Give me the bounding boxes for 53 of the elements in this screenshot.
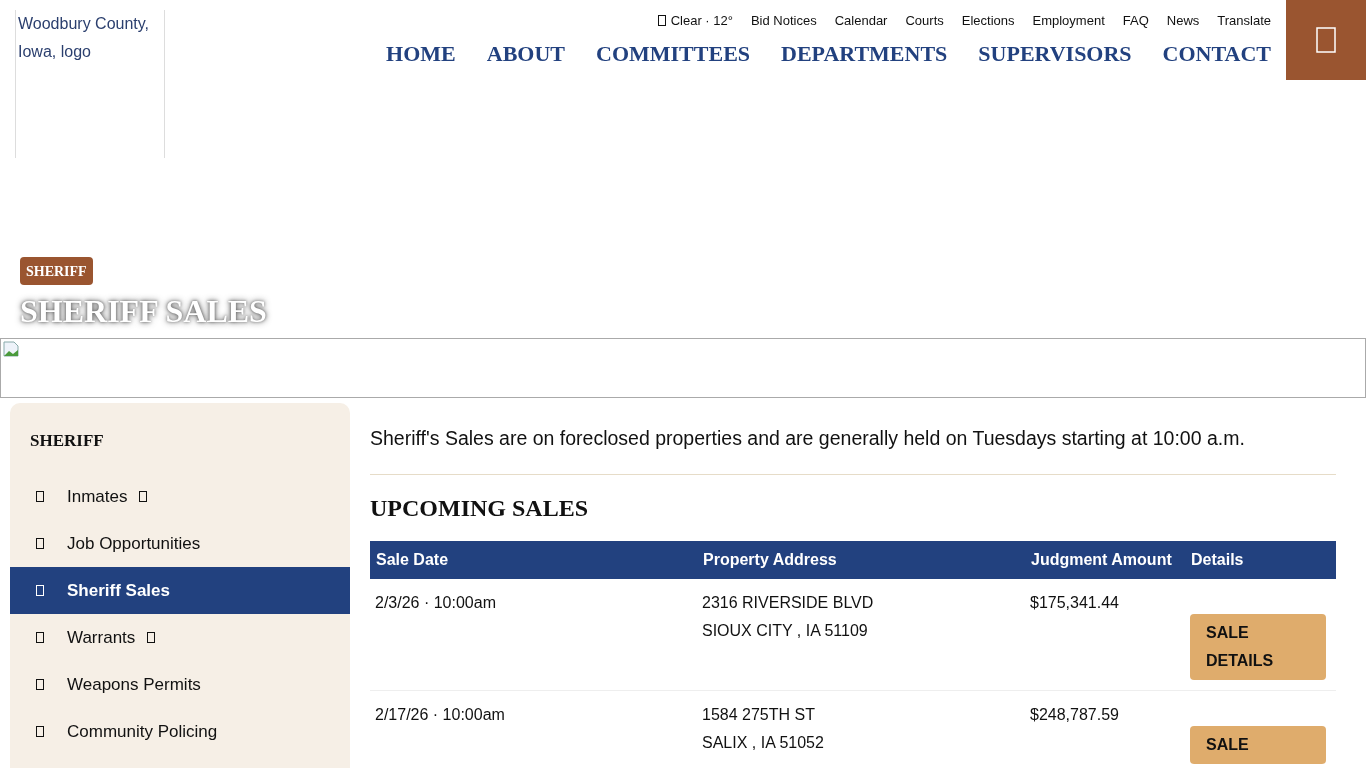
address-line: SIOUX CITY , IA 51109 — [702, 621, 869, 641]
box-icon — [36, 538, 44, 549]
utility-link[interactable]: Calendar — [834, 13, 888, 28]
column-header: Judgment Amount — [1025, 541, 1185, 579]
sidebar-item[interactable]: Warrants — [10, 614, 350, 661]
nav-link[interactable]: SUPERVISORS — [978, 41, 1132, 67]
box-icon — [36, 491, 44, 502]
sidebar-item[interactable]: Weapons Permits — [10, 661, 350, 708]
box-icon — [147, 632, 156, 643]
address-line: 2316 RIVERSIDE BLVD — [702, 593, 875, 613]
broken-image-icon — [3, 341, 19, 357]
nav-link[interactable]: ABOUT — [486, 41, 565, 67]
column-header: Details — [1185, 541, 1336, 579]
sidebar-item[interactable]: Inmates — [10, 473, 350, 520]
utility-link[interactable]: News — [1166, 13, 1200, 28]
sidebar-title: SHERIFF — [30, 431, 104, 451]
sidebar-item[interactable]: Community Policing — [10, 708, 350, 755]
column-header: Sale Date — [370, 541, 697, 579]
utility-link[interactable]: Translate — [1217, 13, 1271, 28]
nav-link[interactable]: CONTACT — [1162, 41, 1271, 67]
sidebar-item[interactable]: Job Opportunities — [10, 520, 350, 567]
logo-alt-text[interactable]: Woodbury County, Iowa, logo — [15, 10, 165, 158]
table-cell: $175,341.44 — [1025, 579, 1185, 691]
sale-details-button[interactable]: SALE — [1190, 726, 1326, 764]
sidebar-item[interactable]: Sheriff Sales — [10, 567, 350, 614]
nav-link[interactable]: DEPARTMENTS — [781, 41, 948, 67]
utility-link[interactable]: Employment — [1032, 13, 1105, 28]
nav-link[interactable]: HOME — [386, 41, 456, 67]
utility-link[interactable]: Courts — [905, 13, 944, 28]
intro-text: Sheriff's Sales are on foreclosed properties and are generally held on Tuesdays starting at 10:00 a.m. — [370, 427, 1336, 475]
box-icon — [139, 491, 148, 502]
utility-link[interactable]: FAQ — [1122, 13, 1149, 28]
page-title: SHERIFF SALES — [20, 293, 269, 330]
sale-details-button[interactable]: SALE DETAILS — [1190, 614, 1326, 680]
utility-link[interactable]: Bid Notices — [750, 13, 817, 28]
box-icon — [36, 726, 44, 737]
nav-link[interactable]: COMMITTEES — [596, 41, 751, 67]
address-line: 1584 275TH ST — [702, 705, 816, 725]
utility-link[interactable]: Elections — [961, 13, 1015, 28]
table-cell: 2/17/26 · 10:00am — [370, 690, 697, 768]
column-header: Property Address — [697, 541, 1025, 579]
menu-button[interactable] — [1286, 0, 1366, 80]
table-cell: $248,787.59 — [1025, 690, 1185, 768]
box-icon — [36, 632, 44, 643]
weather-link[interactable]: Clear · 12° — [670, 13, 733, 28]
box-icon — [1316, 27, 1336, 53]
table-cell: 2/3/26 · 10:00am — [370, 579, 697, 691]
section-heading: UPCOMING SALES — [370, 495, 590, 522]
box-icon — [657, 15, 666, 26]
category-badge[interactable]: SHERIFF — [20, 257, 93, 285]
box-icon — [36, 585, 44, 596]
box-icon — [36, 679, 44, 690]
address-line: SALIX , IA 51052 — [702, 733, 825, 753]
